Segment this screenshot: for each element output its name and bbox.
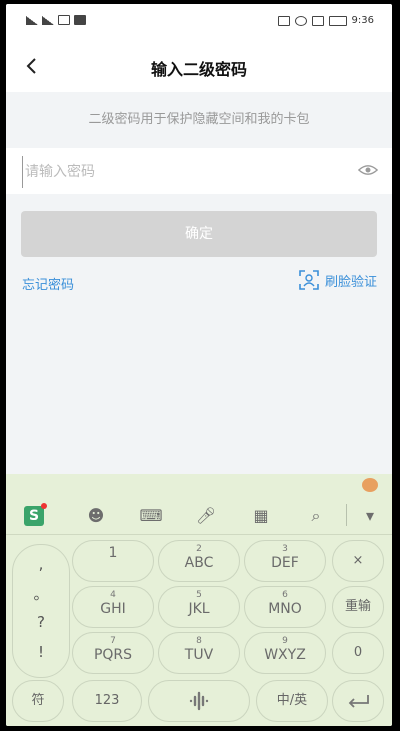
hint-text: 二级密码用于保护隐藏空间和我的卡包	[88, 112, 310, 127]
delete-key[interactable]: ×	[332, 540, 384, 582]
collapse-keyboard-icon[interactable]: ▾	[358, 504, 382, 528]
microphone-icon[interactable]: 🎤︎	[194, 504, 218, 528]
key-9[interactable]: 9 WXYZ	[244, 632, 326, 674]
reset-key[interactable]: 重输	[332, 586, 384, 628]
confirm-button[interactable]: 确定	[21, 211, 377, 257]
face-verify-link[interactable]: 刷脸验证	[299, 270, 377, 290]
signal-icon	[26, 15, 38, 25]
symbols-key[interactable]: 符	[12, 680, 64, 722]
status-bar: 9:36	[6, 4, 392, 40]
status-left	[26, 15, 86, 25]
emoji-icon[interactable]: ☻	[84, 504, 108, 528]
notification-icon	[58, 15, 70, 25]
page-title: 输入二级密码	[150, 60, 247, 79]
vibrate-icon	[311, 15, 324, 26]
enter-icon	[348, 695, 369, 708]
face-verify-label: 刷脸验证	[324, 274, 377, 290]
voice-wave-icon	[189, 691, 209, 711]
key-2[interactable]: 2 ABC	[158, 540, 240, 582]
alarm-icon	[294, 15, 307, 26]
forgot-password-link[interactable]: 忘记密码	[22, 274, 74, 293]
password-row	[6, 148, 392, 194]
face-scan-icon	[299, 270, 319, 290]
key-5[interactable]: 5 JKL	[158, 586, 240, 628]
status-right: 9:36	[277, 15, 374, 26]
app-notification-icon	[74, 15, 86, 25]
status-time: 9:36	[351, 15, 374, 26]
symbol-comma[interactable]: ,	[13, 555, 69, 573]
voice-key[interactable]	[148, 680, 250, 722]
hd-icon	[277, 15, 290, 26]
ime-logo-icon[interactable]: S	[24, 506, 44, 526]
battery-icon	[328, 15, 347, 26]
wifi-icon	[42, 15, 54, 25]
key-8[interactable]: 8 TUV	[158, 632, 240, 674]
keyboard-toolbar: S ☻ ⌨ 🎤︎ ▦ ⌕ ▾	[6, 498, 392, 535]
key-4[interactable]: 4 GHI	[72, 586, 154, 628]
symbol-question[interactable]: ?	[13, 613, 69, 631]
key-1[interactable]: 1	[72, 540, 154, 582]
phone-screen: 9:36 输入二级密码 二级密码用于保护隐藏空间和我的卡包 确定 忘记密码 刷脸…	[6, 4, 392, 726]
key-3[interactable]: 3 DEF	[244, 540, 326, 582]
eye-icon[interactable]	[358, 162, 378, 178]
search-icon[interactable]: ⌕	[304, 504, 328, 528]
notification-dot	[41, 503, 47, 509]
skin-icon[interactable]	[362, 478, 378, 492]
keyboard-topbar	[6, 474, 392, 496]
key-0[interactable]: 0	[332, 632, 384, 674]
title-bar: 输入二级密码	[6, 40, 392, 92]
numbers-key[interactable]: 123	[72, 680, 142, 722]
enter-key[interactable]	[332, 680, 384, 722]
toolbar-divider	[346, 504, 347, 526]
language-switch-key[interactable]: 中/英	[256, 680, 328, 722]
key-6[interactable]: 6 MNO	[244, 586, 326, 628]
keyboard-icon[interactable]: ⌨	[139, 504, 163, 528]
key-7[interactable]: 7 PQRS	[72, 632, 154, 674]
symbol-exclaim[interactable]: !	[13, 643, 69, 661]
symbol-column[interactable]: , 。 ? !	[12, 544, 70, 678]
symbol-period[interactable]: 。	[13, 583, 69, 604]
password-input[interactable]	[22, 156, 327, 188]
clipboard-icon[interactable]: ▦	[249, 504, 273, 528]
keyboard: S ☻ ⌨ 🎤︎ ▦ ⌕ ▾ , 。 ? ! 1 2 ABC 3 DEF × 4 GH…	[6, 474, 392, 726]
